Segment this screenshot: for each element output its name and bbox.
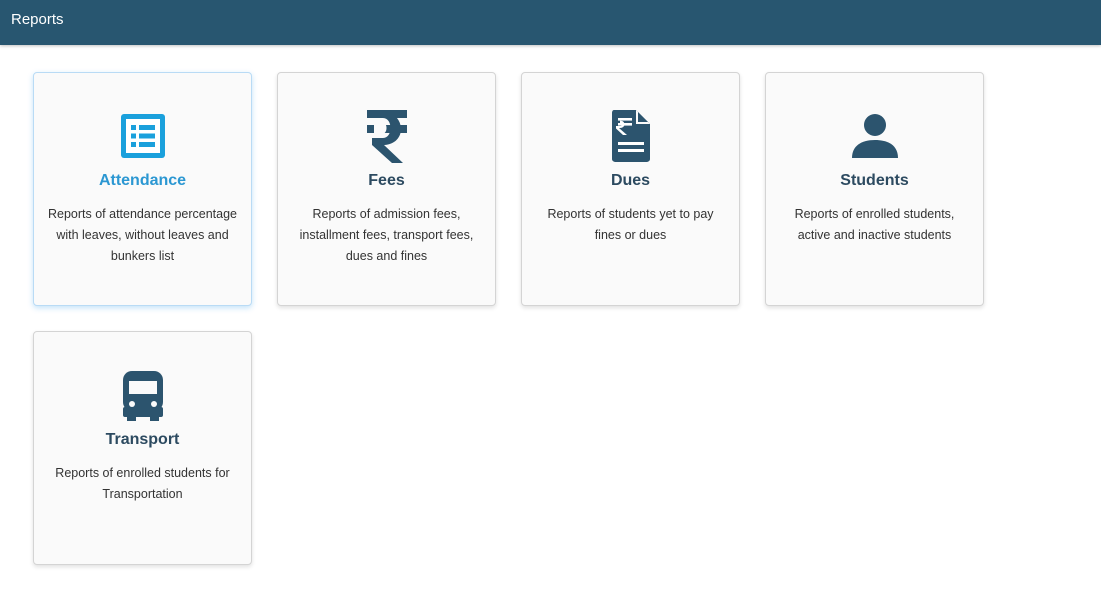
card-description: Reports of students yet to pay fines or …: [547, 207, 714, 242]
card-description: Reports of attendance percentage with le…: [47, 207, 238, 263]
person-icon: [766, 109, 983, 163]
card-description: Reports of enrolled students, active and…: [794, 207, 955, 242]
report-card-transport[interactable]: Transport Reports of enrolled students f…: [33, 331, 252, 565]
top-bar: Reports: [0, 0, 1101, 45]
report-card-students[interactable]: Students Reports of enrolled students, a…: [765, 72, 984, 306]
list-icon: [34, 109, 251, 163]
card-title: Dues: [610, 172, 651, 189]
report-card-fees[interactable]: Fees Reports of admission fees, installm…: [277, 72, 496, 306]
card-description: Reports of enrolled students for Transpo…: [55, 466, 230, 501]
card-title: Students: [840, 172, 909, 189]
bus-icon: [34, 368, 251, 422]
rupee-document-icon: [522, 109, 739, 163]
report-card-dues[interactable]: Dues Reports of students yet to pay fine…: [521, 72, 740, 306]
report-card-attendance[interactable]: Attendance Reports of attendance percent…: [33, 72, 252, 306]
rupee-icon: [278, 109, 495, 163]
page-title: Reports: [11, 11, 64, 28]
card-title: Fees: [368, 172, 405, 189]
card-description: Reports of admission fees, installment f…: [299, 207, 474, 263]
card-title: Transport: [105, 431, 180, 448]
card-title: Attendance: [98, 172, 187, 189]
